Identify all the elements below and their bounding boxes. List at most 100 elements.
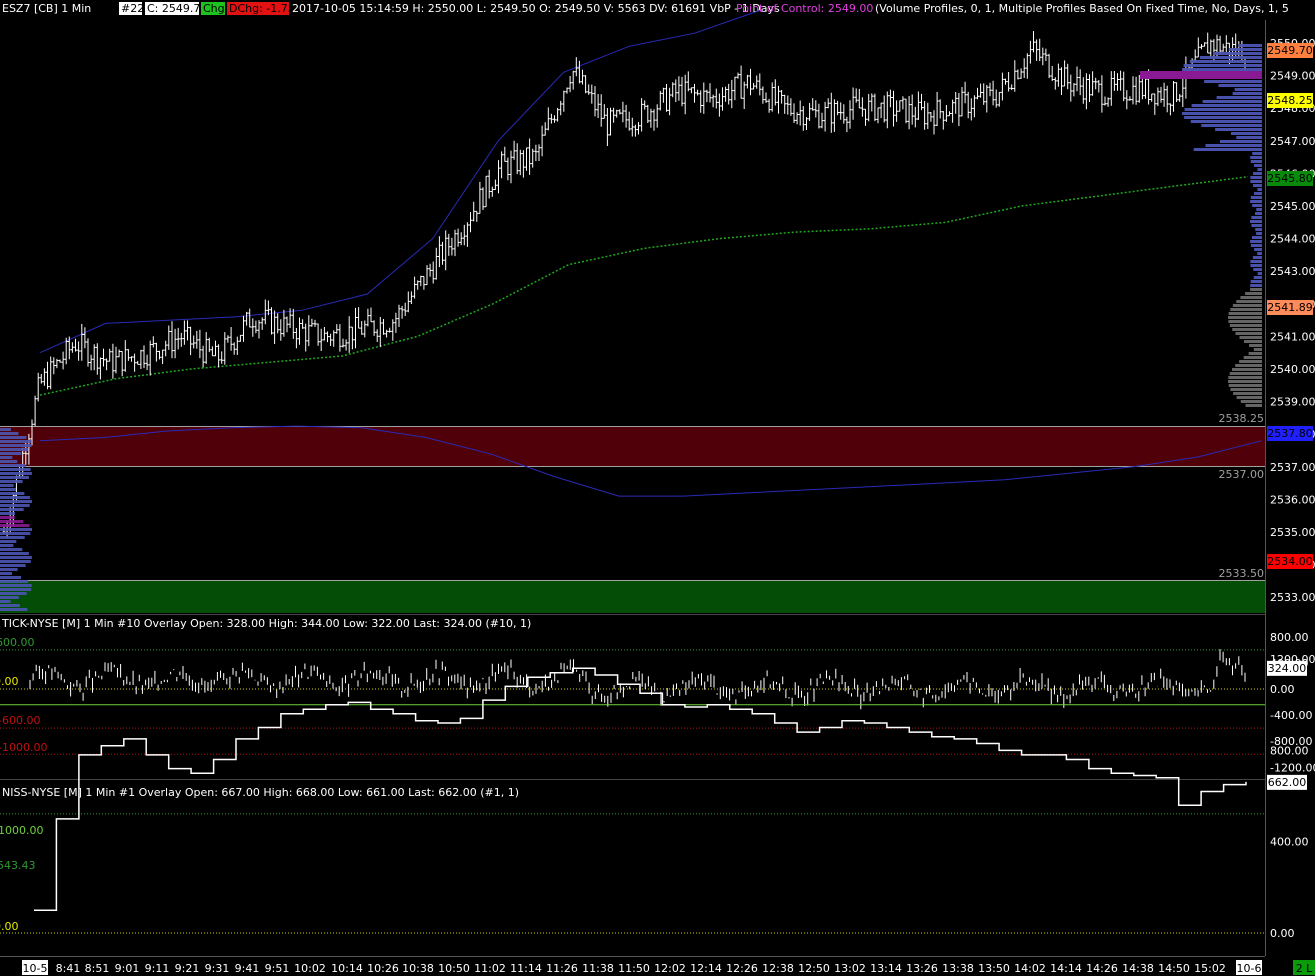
left-profile-bar (0, 532, 31, 535)
tick-axis-label: 0.00 (1270, 683, 1295, 696)
right-profile-bar (1238, 44, 1262, 47)
left-profile-bar (0, 448, 29, 451)
left-profile-bar (0, 484, 14, 487)
right-profile-bar (1245, 292, 1262, 295)
right-profile-bar (1254, 248, 1262, 251)
left-profile-bar (0, 604, 20, 607)
left-profile-bar (0, 468, 31, 471)
left-profile-bar (0, 508, 24, 511)
close-label: C: 2549.75 (147, 2, 207, 15)
left-profile-bar (0, 592, 27, 595)
left-profile-bar (0, 544, 14, 547)
time-tick-label: 14:02 (1014, 962, 1046, 975)
tick-header: TICK-NYSE [M] 1 Min #10 Overlay Open: 32… (1, 617, 531, 630)
right-profile-bar (1251, 224, 1262, 227)
niss-level-0-label: 0.00 (0, 920, 19, 933)
time-tick-label: 10:14 (331, 962, 363, 975)
left-profile-bar (0, 456, 13, 459)
right-profile-bar (1250, 200, 1262, 203)
time-tick-label: 13:50 (978, 962, 1010, 975)
right-profile-bar (1232, 368, 1262, 371)
time-tick-label: 9:31 (205, 962, 230, 975)
right-profile-bar (1232, 328, 1262, 331)
left-profile-bar (0, 552, 29, 555)
right-profile-bar (1245, 404, 1262, 407)
right-profile-bar (1257, 272, 1262, 275)
study-label: (Volume Profiles, 0, 1, Multiple Profile… (875, 2, 1289, 15)
time-tick-label: 9:01 (115, 962, 140, 975)
price-tick-label: 2544.00 (1270, 233, 1315, 246)
time-axis: 10-5 8:41 8:51 9:01 9:11 9:21 9:31 9:41 9:51 10:0… (22, 960, 1262, 975)
right-profile-bar (1202, 100, 1262, 103)
right-profile-bar (1184, 108, 1262, 111)
right-profile-bar (1253, 192, 1262, 195)
right-profile-bar (1236, 136, 1262, 139)
time-tick-label: 11:38 (582, 962, 614, 975)
time-tick-label: 15:02 (1194, 962, 1226, 975)
left-profile-bar (0, 608, 28, 611)
time-tick-label: 8:51 (85, 962, 110, 975)
right-profile-bar (1239, 336, 1262, 339)
left-profile-bar (0, 520, 24, 523)
right-profile-bar (1191, 104, 1262, 107)
time-tick-label: 11:02 (474, 962, 506, 975)
time-tick-label: 14:38 (1122, 962, 1154, 975)
time-tick-label: 12:38 (762, 962, 794, 975)
right-profile-bar (1184, 116, 1262, 119)
right-profile-bar (1240, 296, 1262, 299)
right-profile-bar (1253, 348, 1262, 351)
date-badge-label: 10-6 (1237, 962, 1262, 975)
left-profile-bar (0, 596, 19, 599)
left-profile-bar (0, 564, 26, 567)
left-profile-bar (0, 556, 32, 559)
upper-band-label: 2538.25 (1219, 412, 1265, 425)
time-tick-label: 10:38 (402, 962, 434, 975)
right-profile-bar (1257, 252, 1262, 255)
right-profile-bar (1255, 228, 1262, 231)
right-profile-bar (1228, 384, 1262, 387)
main-header: ESZ7 [CB] 1 Min #22 C: 2549.75 Chg: 0.25… (2, 2, 1289, 15)
left-profile-bar (0, 492, 25, 495)
right-profile-bar (1257, 168, 1262, 171)
niss-axis-label: 800.00 (1270, 744, 1309, 757)
right-profile-bar (1183, 64, 1262, 67)
right-profile-bar (1255, 212, 1262, 215)
bar-info-label: 2017-10-05 15:14:59 H: 2550.00 L: 2549.5… (292, 2, 780, 15)
time-tick-label: 12:14 (690, 962, 722, 975)
trading-chart[interactable]: ESZ7 [CB] 1 Min #22 C: 2549.75 Chg: 0.25… (0, 0, 1315, 976)
right-profile-bar (1236, 396, 1262, 399)
left-profile-bar (0, 488, 16, 491)
right-profile-bar (1257, 188, 1262, 191)
right-profile-bar (1256, 232, 1262, 235)
left-profile-bar (0, 432, 19, 435)
time-tick-label: 11:14 (510, 962, 542, 975)
red-zone-band (0, 426, 1265, 466)
right-profile-bar (1193, 148, 1262, 151)
right-profile-bar (1252, 152, 1262, 155)
poc-label: Point of Control: 2549.00 (736, 2, 873, 15)
time-tick-label: 14:26 (1086, 962, 1118, 975)
tick-level-neg600-label: -600.00 (0, 714, 40, 727)
time-tick-label: 10:50 (438, 962, 470, 975)
date-badge-label: 10-5 (23, 962, 48, 975)
tick-axis-label: -1200.00 (1270, 761, 1315, 774)
right-profile-bar (1204, 80, 1262, 83)
left-profile-bar (0, 584, 32, 587)
right-profile-bar (1252, 256, 1262, 259)
price-badge-label: 2545.80 (1267, 172, 1313, 185)
time-tick-label: 9:41 (235, 962, 260, 975)
right-profile-bar (1250, 196, 1262, 199)
time-tick-label: 14:50 (1158, 962, 1190, 975)
time-tick-label: 14:14 (1050, 962, 1082, 975)
left-profile-bar (0, 436, 27, 439)
left-profile-bar (0, 540, 17, 543)
left-profile-bar (0, 440, 32, 443)
right-profile-bar (1248, 352, 1262, 355)
tick-level-0-label: 0.00 (0, 675, 19, 688)
price-tick-label: 2537.00 (1270, 461, 1315, 474)
time-tick-label: 13:26 (906, 962, 938, 975)
time-tick-label: 11:50 (618, 962, 650, 975)
left-profile-bar (0, 480, 23, 483)
time-tick-label: 8:41 (56, 962, 81, 975)
right-profile-bar (1230, 132, 1262, 135)
